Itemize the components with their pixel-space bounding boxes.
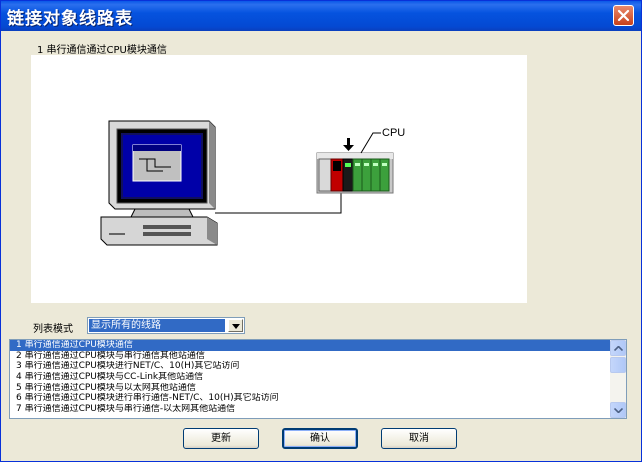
cancel-button[interactable]: 取消	[381, 428, 457, 449]
route-list-item[interactable]: 7 串行通信通过CPU模块与串行通信-以太网其他站通信	[10, 404, 610, 415]
cpu-label: CPU	[382, 127, 405, 139]
scroll-down-button[interactable]	[610, 402, 626, 418]
route-list-item[interactable]: 6 串行通信通过CPU模块进行串行通信-NET/C、10(H)其它站访问	[10, 393, 610, 404]
close-icon	[617, 9, 630, 22]
route-caption: 1 串行通信通过CPU模块通信	[37, 45, 167, 56]
vertical-scrollbar[interactable]	[610, 340, 626, 418]
dropdown-button[interactable]	[228, 319, 243, 332]
dialog-window: 链接对象线路表 1 串行通信通过CPU模块通信 CPU 列表模式 显示所有的线路…	[0, 0, 642, 462]
route-list: 1 串行通信通过CPU模块通信 2 串行通信通过CPU模块与串行通信其他站通信 3 …	[10, 340, 610, 415]
scroll-thumb[interactable]	[610, 357, 626, 373]
route-list-item[interactable]: 3 串行通信通过CPU模块进行NET/C、10(H)其它站访问	[10, 361, 610, 372]
down-arrow-icon	[343, 138, 354, 151]
connection-diagram: CPU	[31, 55, 527, 303]
close-button[interactable]	[613, 5, 634, 26]
list-mode-selected-value: 显示所有的线路	[89, 319, 225, 332]
list-mode-label: 列表模式	[33, 324, 73, 335]
chevron-down-icon	[232, 324, 240, 329]
route-list-item[interactable]: 1 串行通信通过CPU模块通信	[10, 340, 610, 351]
window-title: 链接对象线路表	[7, 9, 133, 29]
scroll-down-icon	[614, 408, 623, 413]
route-listbox[interactable]: 1 串行通信通过CPU模块通信 2 串行通信通过CPU模块与串行通信其他站通信 3 …	[9, 339, 627, 419]
scroll-up-button[interactable]	[610, 340, 626, 356]
route-list-item[interactable]: 2 串行通信通过CPU模块与串行通信其他站通信	[10, 351, 610, 362]
personal-computer-icon	[100, 120, 218, 246]
plc-rack-icon	[316, 152, 394, 194]
route-list-item[interactable]: 5 串行通信通过CPU模块与以太网其他站通信	[10, 383, 610, 394]
scroll-up-icon	[614, 346, 623, 351]
ok-button[interactable]: 确认	[282, 428, 358, 449]
refresh-button[interactable]: 更新	[183, 428, 259, 449]
cpu-pointer-line	[360, 132, 381, 154]
list-mode-select[interactable]: 显示所有的线路	[87, 317, 245, 334]
title-bar[interactable]: 链接对象线路表	[1, 1, 641, 31]
route-list-item[interactable]: 4 串行通信通过CPU模块与CC-Link其他站通信	[10, 372, 610, 383]
